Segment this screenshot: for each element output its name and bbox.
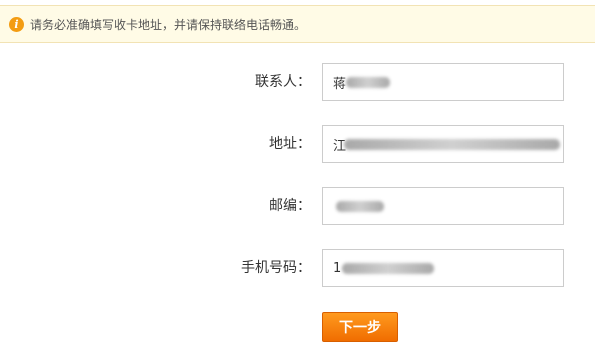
phone-row: 手机号码： xyxy=(0,249,595,287)
notice-text: 请务必准确填写收卡地址，并请保持联络电话畅通。 xyxy=(30,17,307,32)
next-button[interactable]: 下一步 xyxy=(322,312,398,342)
contact-row: 联系人： xyxy=(0,63,595,101)
address-row: 地址： xyxy=(0,125,595,163)
phone-input[interactable] xyxy=(322,249,564,287)
notice-bar: i 请务必准确填写收卡地址，并请保持联络电话畅通。 xyxy=(0,5,595,43)
postcode-label: 邮编： xyxy=(269,198,311,214)
phone-label: 手机号码： xyxy=(241,260,311,276)
contact-input[interactable] xyxy=(322,63,564,101)
postcode-input[interactable] xyxy=(322,187,564,225)
postcode-row: 邮编： xyxy=(0,187,595,225)
contact-label: 联系人： xyxy=(255,74,311,90)
address-label: 地址： xyxy=(269,136,311,152)
info-icon: i xyxy=(9,16,24,32)
address-input[interactable] xyxy=(322,125,564,163)
